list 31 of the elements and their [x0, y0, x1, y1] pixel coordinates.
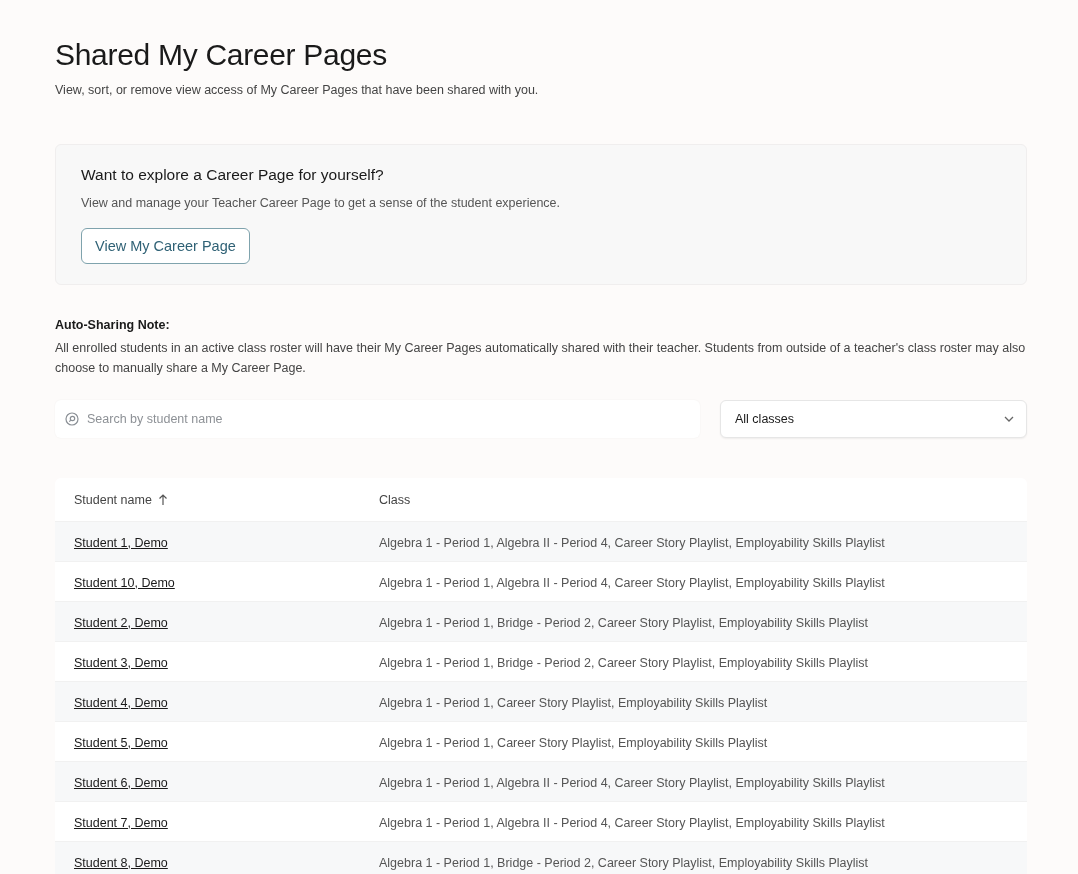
search-field[interactable]: Search by student name	[55, 400, 700, 438]
class-dropdown[interactable]: All classes	[720, 400, 1027, 438]
column-header[interactable]: Student name	[74, 492, 168, 507]
note-title: Auto-Sharing Note:	[55, 318, 171, 332]
note-text: All enrolled students in an active class roster will have their My Career Pages automatically shared with their teacher. Students from outside of a teacher's class roster may also choose to manually share a My Career Page.	[55, 340, 1027, 377]
promo-text: View and manage your Teacher Career Page to get a sense of the student experience.	[81, 196, 562, 210]
view-career-page-button[interactable]: View My Career Page	[81, 228, 250, 264]
sort-arrow-icon	[157, 493, 168, 506]
class-list: Algebra 1 - Period 1, Bridge - Period 2, Career Story Playlist, Employability Skills Playlist	[379, 615, 869, 630]
class-list: Algebra 1 - Period 1, Bridge - Period 2, Career Story Playlist, Employability Skills Playlist	[379, 855, 869, 870]
chevron-down-icon	[1004, 416, 1014, 422]
student-link[interactable]: Student 6, Demo	[74, 775, 168, 790]
student-link[interactable]: Student 1, Demo	[74, 535, 168, 550]
student-link[interactable]: Student 7, Demo	[74, 815, 168, 830]
class-list: Algebra 1 - Period 1, Algebra II - Period 4, Career Story Playlist, Employability Skills Playlist	[379, 575, 885, 590]
column-header[interactable]: Class	[379, 492, 411, 507]
student-link[interactable]: Student 5, Demo	[74, 735, 168, 750]
class-list: Algebra 1 - Period 1, Algebra II - Period 4, Career Story Playlist, Employability Skills Playlist	[379, 815, 885, 830]
student-link[interactable]: Student 8, Demo	[74, 855, 168, 870]
page-subtitle: View, sort, or remove view access of My Career Pages that have been shared with you.	[55, 83, 540, 97]
class-list: Algebra 1 - Period 1, Career Story Playlist, Employability Skills Playlist	[379, 735, 768, 750]
promo-title: Want to explore a Career Page for yourself?	[81, 166, 385, 184]
student-link[interactable]: Student 3, Demo	[74, 655, 168, 670]
class-list: Algebra 1 - Period 1, Algebra II - Period 4, Career Story Playlist, Employability Skills Playlist	[379, 775, 885, 790]
class-list: Algebra 1 - Period 1, Bridge - Period 2, Career Story Playlist, Employability Skills Playlist	[379, 655, 869, 670]
student-link[interactable]: Student 10, Demo	[74, 575, 175, 590]
student-link[interactable]: Student 4, Demo	[74, 695, 168, 710]
student-link[interactable]: Student 2, Demo	[74, 615, 168, 630]
page-title: Shared My Career Pages	[55, 37, 388, 73]
class-list: Algebra 1 - Period 1, Career Story Playlist, Employability Skills Playlist	[379, 695, 768, 710]
class-list: Algebra 1 - Period 1, Algebra II - Period 4, Career Story Playlist, Employability Skills Playlist	[379, 535, 885, 550]
